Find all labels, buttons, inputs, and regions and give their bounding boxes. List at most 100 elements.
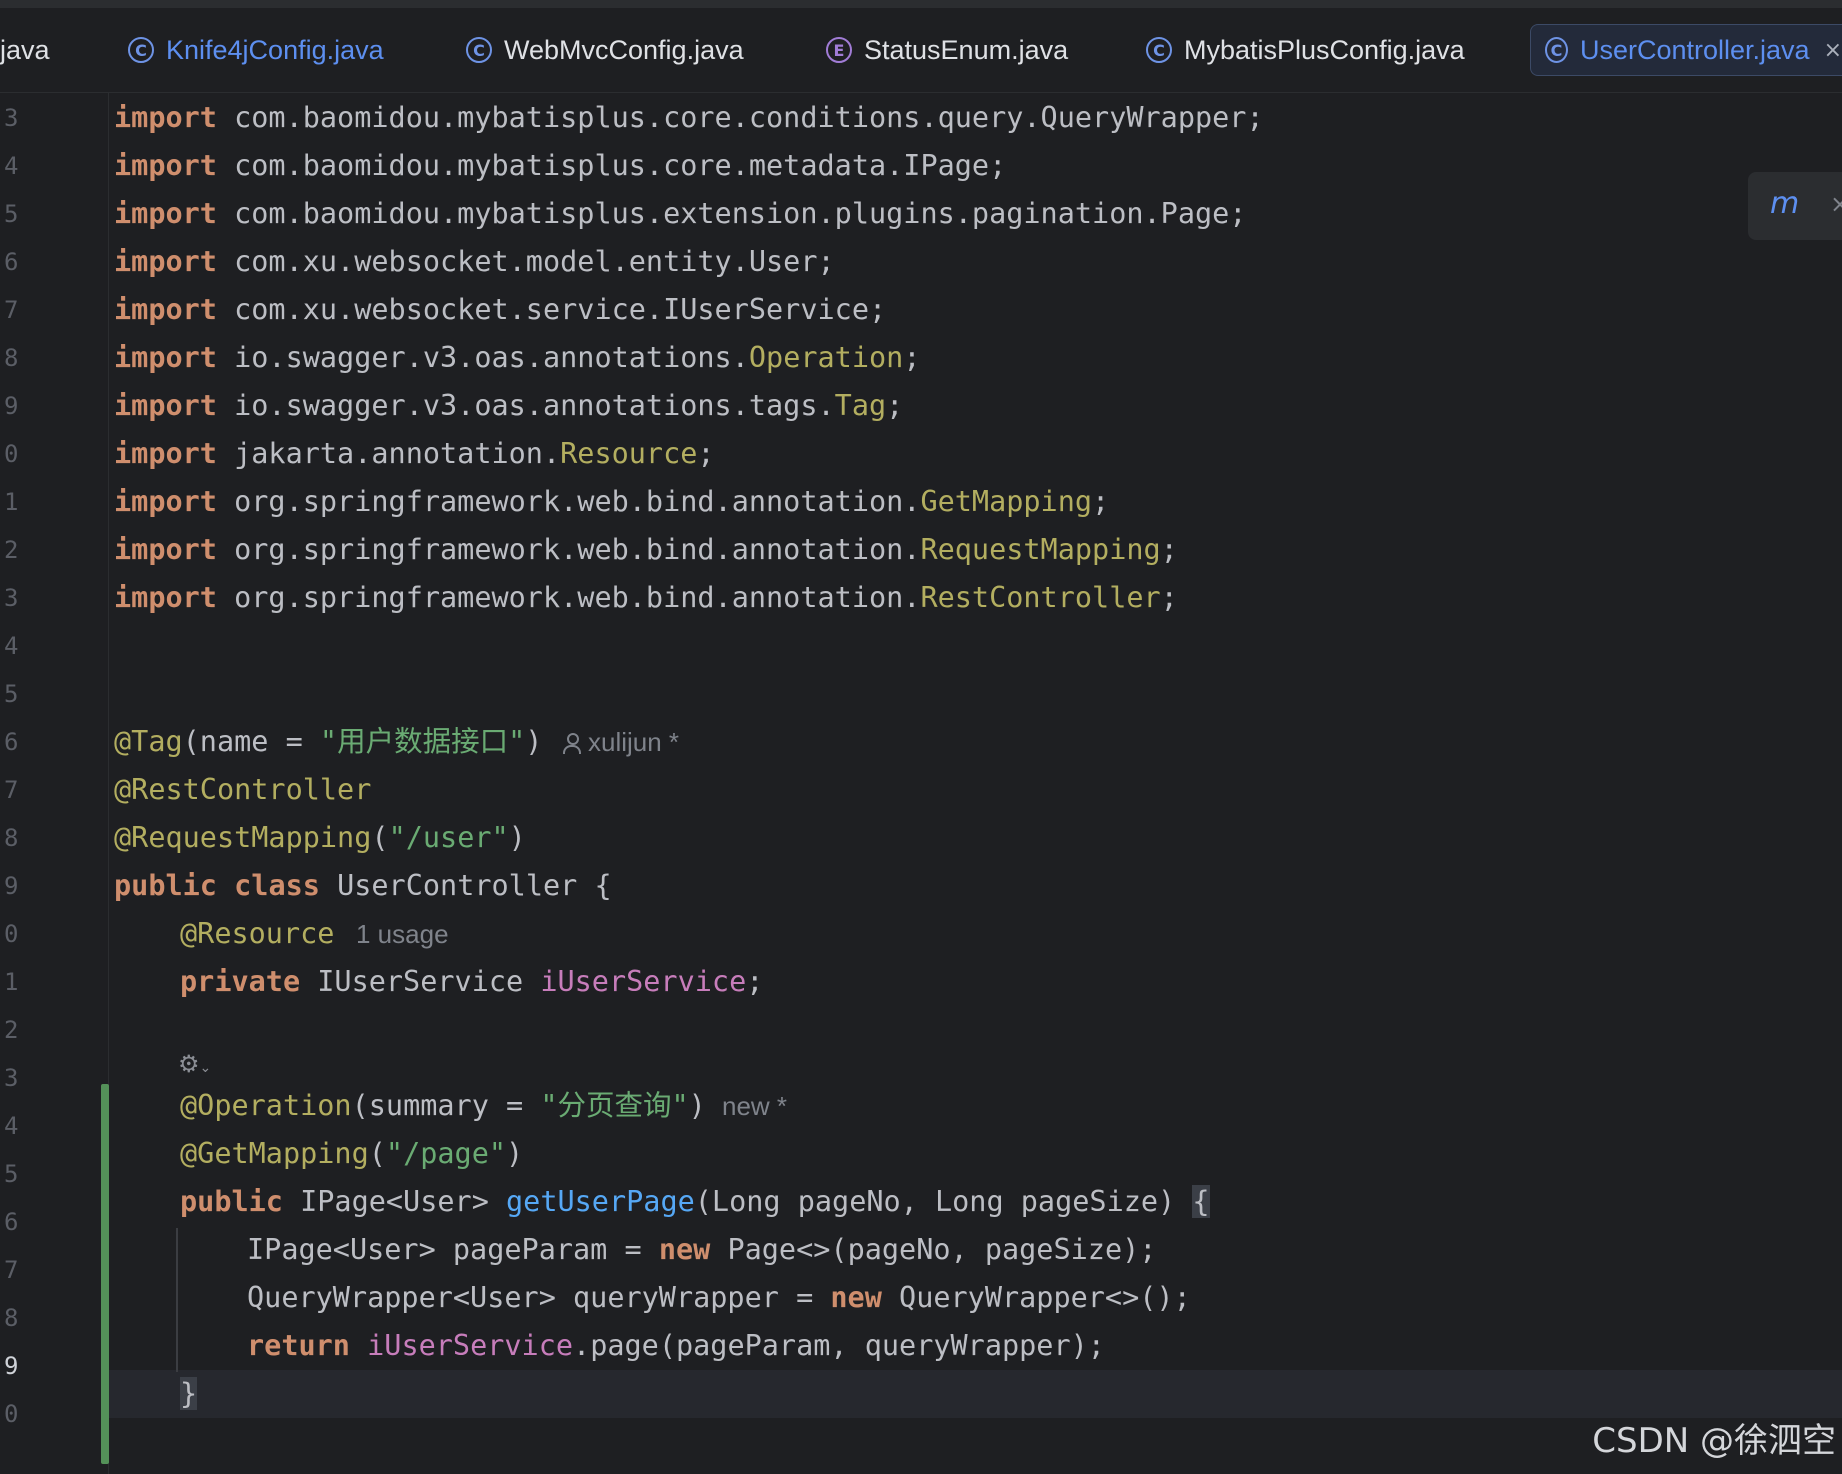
code-line[interactable]: import com.baomidou.mybatisplus.extensio… bbox=[114, 190, 1246, 238]
statement: Page<>(pageNo, pageSize); bbox=[710, 1233, 1157, 1266]
import-path: io.swagger.v3.oas.annotations.tags. bbox=[216, 389, 835, 422]
line-number[interactable]: 2 bbox=[4, 526, 44, 574]
code-line[interactable]: @RestController bbox=[114, 766, 371, 814]
line-number[interactable]: 2 bbox=[4, 1006, 44, 1054]
code-line[interactable]: public IPage<User> getUserPage(Long page… bbox=[180, 1178, 1210, 1226]
reload-maven-icon[interactable]: m bbox=[1770, 186, 1799, 221]
line-number[interactable]: 0 bbox=[4, 1390, 44, 1438]
enum-icon: E bbox=[826, 37, 852, 63]
line-number[interactable]: 4 bbox=[4, 1102, 44, 1150]
import-path: com.xu.websocket.model.entity.User; bbox=[216, 245, 835, 278]
annotation: @RestController bbox=[114, 773, 372, 806]
watermark: CSDN @徐泗空 bbox=[1592, 1421, 1836, 1461]
line-number[interactable]: 7 bbox=[4, 1246, 44, 1294]
line-number[interactable]: 1 bbox=[4, 478, 44, 526]
user-icon bbox=[562, 733, 581, 755]
method-params: (Long pageNo, Long pageSize) bbox=[694, 1185, 1193, 1218]
code-line[interactable]: QueryWrapper<User> queryWrapper = new Qu… bbox=[247, 1274, 1191, 1322]
tab-partial[interactable]: java bbox=[0, 24, 50, 76]
code-line[interactable]: import com.baomidou.mybatisplus.core.met… bbox=[114, 142, 1006, 190]
line-number[interactable]: 9 bbox=[4, 862, 44, 910]
vcs-change-marker[interactable] bbox=[101, 1084, 109, 1464]
code-line[interactable]: import io.swagger.v3.oas.annotations.tag… bbox=[114, 382, 903, 430]
tab-label: java bbox=[0, 34, 50, 65]
ai-generate-icon[interactable]: ⚙⌄ bbox=[178, 1050, 211, 1078]
class-icon: C bbox=[128, 37, 154, 63]
code-line[interactable]: @GetMapping("/page") bbox=[180, 1130, 523, 1178]
import-path: org.springframework.web.bind.annotation. bbox=[216, 581, 921, 614]
line-number[interactable]: 9 bbox=[4, 382, 44, 430]
line-number[interactable]: 4 bbox=[4, 142, 44, 190]
code-line[interactable]: IPage<User> pageParam = new Page<>(pageN… bbox=[247, 1226, 1156, 1274]
import-class: RequestMapping bbox=[920, 533, 1161, 566]
code-line[interactable]: import com.xu.websocket.service.IUserSer… bbox=[114, 286, 886, 334]
tab-usercontroller[interactable]: C UserController.java × bbox=[1530, 24, 1842, 76]
line-number[interactable]: 7 bbox=[4, 286, 44, 334]
line-number[interactable]: 3 bbox=[4, 94, 44, 142]
line-number[interactable]: 0 bbox=[4, 430, 44, 478]
line-number[interactable]: 3 bbox=[4, 1054, 44, 1102]
paren: ) bbox=[508, 821, 526, 854]
keyword: import bbox=[114, 389, 217, 422]
code-line[interactable]: private IUserService iUserService; bbox=[180, 958, 763, 1006]
code-line[interactable]: } bbox=[180, 1370, 198, 1418]
import-class: GetMapping bbox=[920, 485, 1093, 518]
line-number[interactable]: 4 bbox=[4, 622, 44, 670]
statement: QueryWrapper<>(); bbox=[881, 1281, 1191, 1314]
keyword: import bbox=[114, 533, 217, 566]
annotation: @Operation bbox=[180, 1089, 352, 1122]
tab-statusenum[interactable]: E StatusEnum.java bbox=[826, 24, 1068, 76]
import-path: com.baomidou.mybatisplus.extension.plugi… bbox=[216, 197, 1247, 230]
code-line[interactable]: import org.springframework.web.bind.anno… bbox=[114, 526, 1178, 574]
code-line[interactable]: @Operation(summary = "分页查询") bbox=[180, 1082, 706, 1130]
code-line[interactable]: import jakarta.annotation.Resource; bbox=[114, 430, 715, 478]
editor-tab-bar: java C Knife4jConfig.java C WebMvcConfig.j… bbox=[0, 8, 1842, 93]
line-number[interactable]: 0 bbox=[4, 910, 44, 958]
statement: .page(pageParam, queryWrapper); bbox=[573, 1329, 1105, 1362]
line-number[interactable]: 5 bbox=[4, 190, 44, 238]
class-icon: C bbox=[466, 37, 492, 63]
usage-hint[interactable]: 1 usage bbox=[356, 910, 449, 958]
annotation-args: (summary = bbox=[351, 1089, 541, 1122]
code-line[interactable]: @Tag(name = "用户数据接口") bbox=[114, 718, 542, 766]
semicolon: ; bbox=[1160, 533, 1178, 566]
tab-mybatisplusconfig[interactable]: C MybatisPlusConfig.java bbox=[1146, 24, 1465, 76]
code-line[interactable]: import io.swagger.v3.oas.annotations.Ope… bbox=[114, 334, 920, 382]
line-number[interactable]: 8 bbox=[4, 1294, 44, 1342]
import-path: com.baomidou.mybatisplus.core.conditions… bbox=[216, 101, 1264, 134]
line-number[interactable]: 7 bbox=[4, 766, 44, 814]
line-number[interactable]: 6 bbox=[4, 718, 44, 766]
line-number[interactable]: 8 bbox=[4, 334, 44, 382]
import-path: com.baomidou.mybatisplus.core.metadata.I… bbox=[216, 149, 1007, 182]
code-line[interactable]: @Resource bbox=[180, 910, 334, 958]
tab-knife4jconfig[interactable]: C Knife4jConfig.java bbox=[128, 24, 384, 76]
code-line[interactable]: import org.springframework.web.bind.anno… bbox=[114, 478, 1109, 526]
new-hint[interactable]: new * bbox=[722, 1082, 787, 1130]
code-line[interactable]: public class UserController { bbox=[114, 862, 612, 910]
import-path: jakarta.annotation. bbox=[216, 437, 561, 470]
keyword: private bbox=[180, 965, 301, 998]
annotation: @GetMapping bbox=[180, 1137, 369, 1170]
line-number[interactable]: 1 bbox=[4, 958, 44, 1006]
line-number[interactable]: 5 bbox=[4, 670, 44, 718]
code-line[interactable]: import com.baomidou.mybatisplus.core.con… bbox=[114, 94, 1264, 142]
line-number[interactable]: 9 bbox=[4, 1342, 44, 1390]
string-literal: "用户数据接口" bbox=[319, 725, 526, 758]
author-hint[interactable]: xulijun * bbox=[562, 718, 679, 766]
tab-webmvcconfig[interactable]: C WebMvcConfig.java bbox=[466, 24, 744, 76]
close-icon[interactable]: × bbox=[1824, 38, 1842, 63]
import-path: org.springframework.web.bind.annotation. bbox=[216, 485, 921, 518]
import-class: Tag bbox=[834, 389, 887, 422]
line-number[interactable]: 6 bbox=[4, 238, 44, 286]
line-number[interactable]: 6 bbox=[4, 1198, 44, 1246]
close-icon[interactable]: × bbox=[1830, 190, 1842, 218]
class-icon: C bbox=[1545, 37, 1568, 63]
keyword: import bbox=[114, 581, 217, 614]
line-number[interactable]: 8 bbox=[4, 814, 44, 862]
line-number[interactable]: 3 bbox=[4, 574, 44, 622]
code-line[interactable]: import com.xu.websocket.model.entity.Use… bbox=[114, 238, 835, 286]
code-line[interactable]: @RequestMapping("/user") bbox=[114, 814, 526, 862]
line-number[interactable]: 5 bbox=[4, 1150, 44, 1198]
code-line[interactable]: import org.springframework.web.bind.anno… bbox=[114, 574, 1178, 622]
code-line[interactable]: return iUserService.page(pageParam, quer… bbox=[247, 1322, 1105, 1370]
